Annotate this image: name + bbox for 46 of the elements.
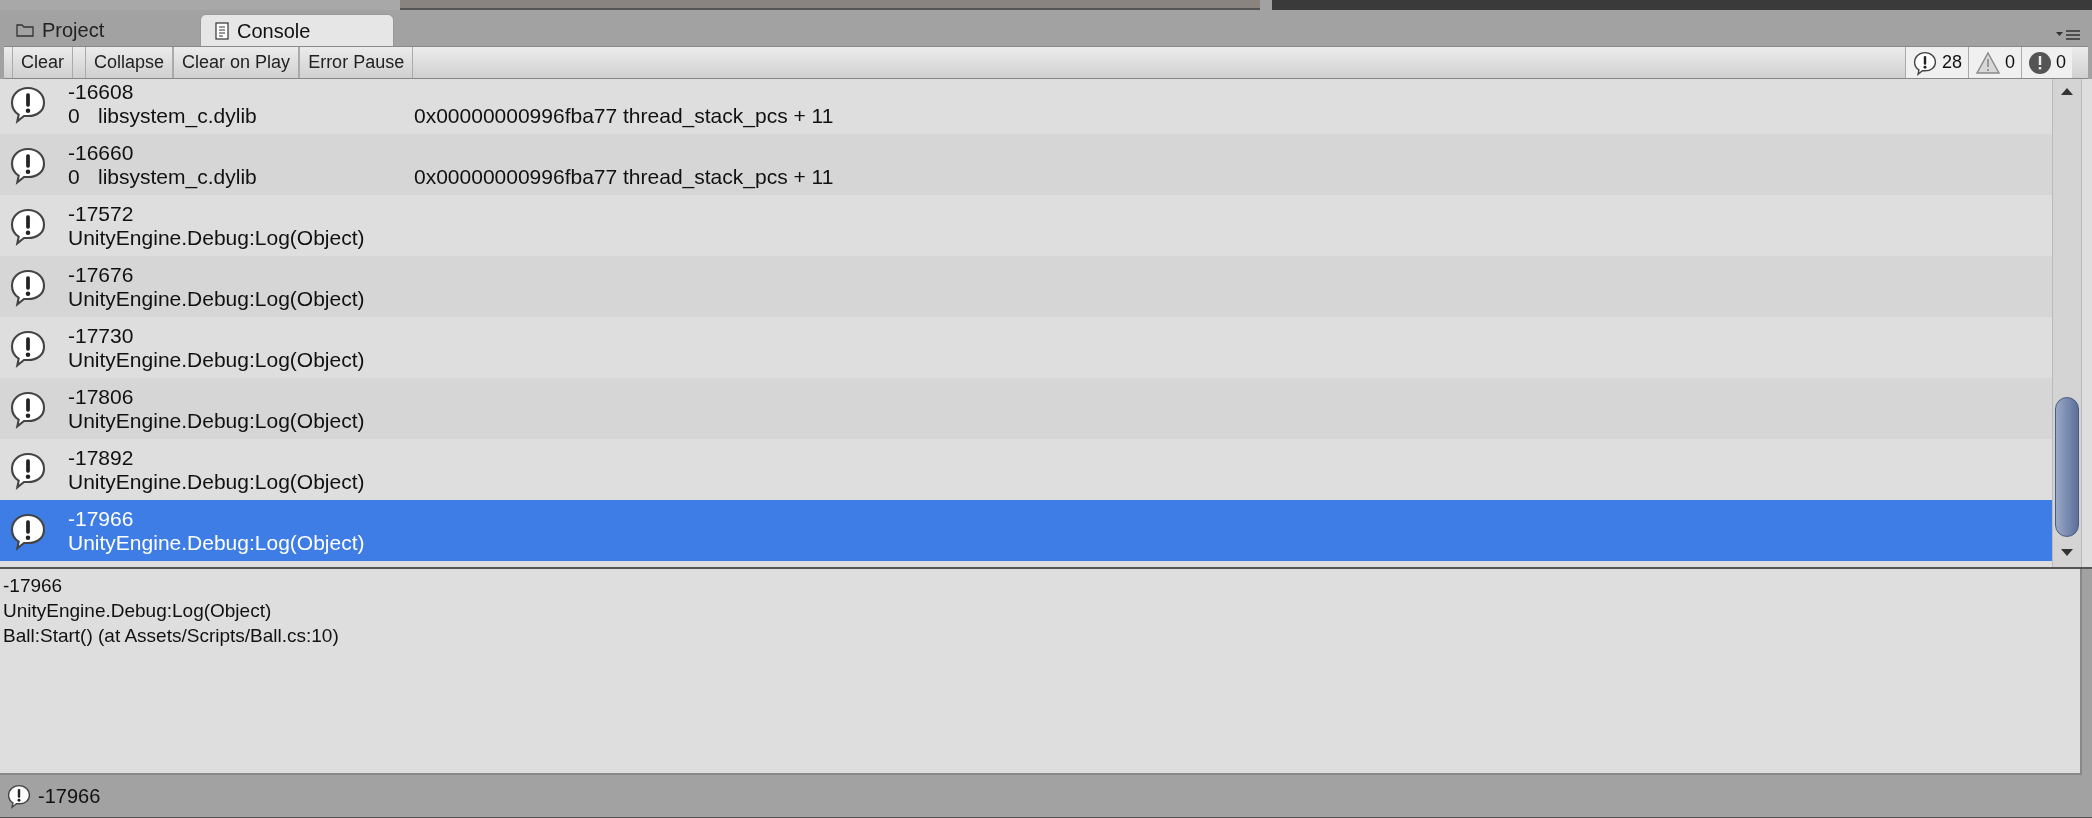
- log-source: UnityEngine.Debug:Log(Object): [68, 347, 365, 372]
- counter-toggle[interactable]: 0: [1967, 47, 2021, 78]
- detail-line: UnityEngine.Debug:Log(Object): [3, 599, 273, 623]
- frame-index: 0: [68, 103, 81, 128]
- toolbar-button[interactable]: Collapse: [85, 47, 174, 78]
- log-source: UnityEngine.Debug:Log(Object): [68, 469, 365, 494]
- folder-icon: [16, 23, 34, 37]
- toolbar-button[interactable]: Error Pause: [299, 47, 414, 78]
- detail-line: Ball:Start() (at Assets/Scripts/Ball.cs:10): [3, 624, 340, 648]
- panel-tab[interactable]: Console: [200, 14, 394, 46]
- log-message: -17892: [68, 445, 135, 470]
- log-entry[interactable]: -17966 UnityEngine.Debug:Log(Object): [0, 500, 2052, 561]
- scrollbar[interactable]: [2052, 79, 2082, 567]
- log-entry[interactable]: -17806 UnityEngine.Debug:Log(Object): [0, 378, 2052, 439]
- log-message: -17806: [68, 384, 135, 409]
- document-icon: [215, 21, 229, 40]
- log-message: -17572: [68, 201, 135, 226]
- warning-icon: [1974, 50, 2001, 75]
- log-message: -17966: [68, 506, 135, 531]
- log-source: UnityEngine.Debug:Log(Object): [68, 286, 365, 311]
- info-icon: [1911, 49, 1938, 76]
- counter-toggle[interactable]: 0: [2021, 47, 2072, 78]
- log-message: -16608: [68, 79, 135, 104]
- library-name: libsystem_c.dylib: [98, 164, 258, 189]
- menu-icon[interactable]: [2054, 28, 2082, 42]
- log-source: UnityEngine.Debug:Log(Object): [68, 408, 365, 433]
- counter-toggle[interactable]: 28: [1904, 47, 1968, 78]
- scroll-thumb[interactable]: [2055, 397, 2079, 537]
- library-name: libsystem_c.dylib: [98, 103, 258, 128]
- log-source: UnityEngine.Debug:Log(Object): [68, 530, 365, 555]
- frame-address: 0x00000000996fba77 thread_stack_pcs + 11: [414, 103, 834, 128]
- log-message: -17730: [68, 323, 135, 348]
- frame-index: 0: [68, 164, 81, 189]
- toolbar-button[interactable]: Clear: [12, 47, 73, 78]
- error-icon: [2028, 50, 2052, 75]
- frame-address: 0x00000000996fba77 thread_stack_pcs + 11: [414, 164, 834, 189]
- status-message: -17966: [38, 784, 101, 809]
- panel-tab[interactable]: Project: [2, 14, 196, 46]
- log-entry[interactable]: -17676 UnityEngine.Debug:Log(Object): [0, 256, 2052, 317]
- detail-line: -17966: [3, 574, 64, 598]
- log-entry[interactable]: -16660 0 libsystem_c.dylib 0x00000000996fba77 thread_stack_pcs + 11: [0, 134, 2052, 195]
- log-message: -16660: [68, 140, 135, 165]
- log-source: UnityEngine.Debug:Log(Object): [68, 225, 365, 250]
- status-info-icon: [6, 783, 32, 809]
- toolbar-button[interactable]: Clear on Play: [173, 47, 300, 78]
- log-message: -17676: [68, 262, 135, 287]
